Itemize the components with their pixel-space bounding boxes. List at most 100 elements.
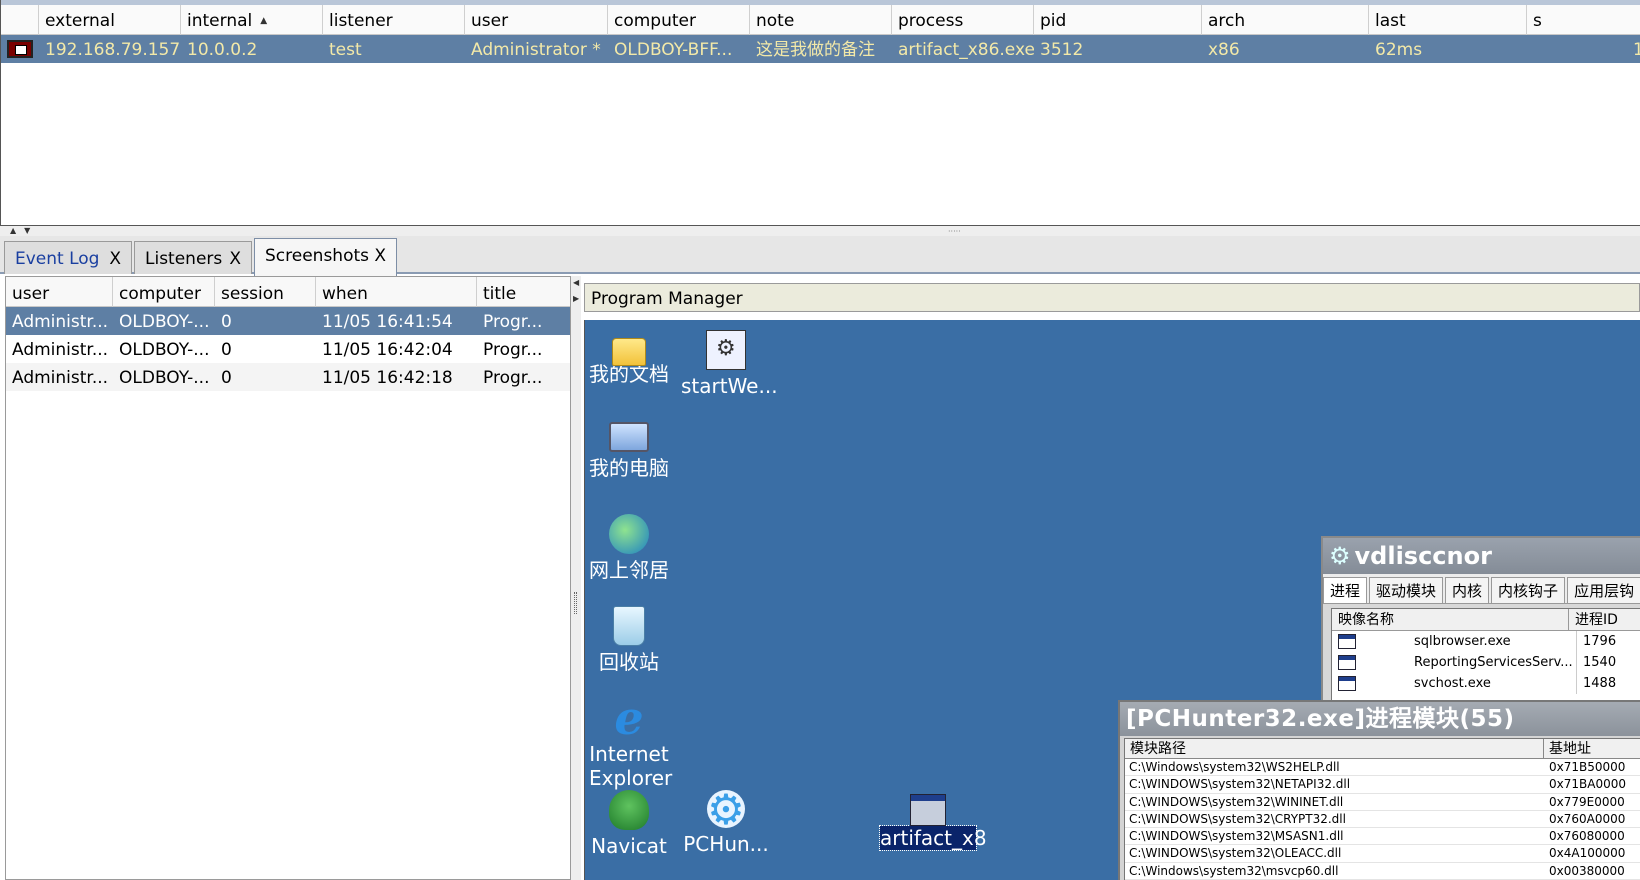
splitter-grip-icon[interactable]: [574, 592, 577, 614]
module-path: C:\WINDOWS\system32\OLEACC.dll: [1129, 846, 1342, 861]
tool-list-row: sqlbrowser.exe 1796: [1332, 631, 1640, 652]
tab-event-log[interactable]: Event Log X: [4, 241, 132, 274]
recycle-bin-icon: [613, 606, 645, 646]
column-header-user[interactable]: user: [465, 5, 608, 35]
screenshot-row[interactable]: Administr... OLDBOY-... 0 11/05 16:41:54…: [6, 307, 570, 335]
column-header-internal[interactable]: internal ▲: [181, 5, 323, 35]
beacon-s: 1: [1627, 35, 1640, 63]
beacons-table-header: external internal ▲ listener user compute…: [1, 5, 1640, 35]
tab-label: Event Log: [15, 249, 100, 269]
module-path: C:\WINDOWS\system32\CRYPT32.dll: [1129, 811, 1346, 826]
process-id: 1540: [1576, 652, 1616, 673]
modules-list-header: 模块路径 基地址: [1125, 739, 1640, 759]
beacon-listener: test: [329, 40, 362, 60]
collapse-right-icon[interactable]: ▶: [573, 294, 579, 303]
vertical-splitter[interactable]: ◀ ▶: [571, 276, 581, 880]
column-header-when[interactable]: when: [316, 277, 477, 307]
desktop-icon-navicat: Navicat: [589, 790, 669, 858]
module-path: C:\WINDOWS\system32\WININET.dll: [1129, 794, 1344, 809]
beacon-internal: 10.0.0.2: [187, 40, 258, 60]
column-header-label: s: [1533, 11, 1542, 31]
module-base-address: 0x76080000: [1549, 829, 1625, 844]
screenshot-when: 11/05 16:42:04: [322, 340, 453, 360]
screenshot-row[interactable]: Administr... OLDBOY-... 0 11/05 16:42:18…: [6, 363, 570, 391]
close-tab-button[interactable]: X: [229, 242, 241, 276]
column-header-external[interactable]: external: [39, 5, 181, 35]
screenshot-when: 11/05 16:42:18: [322, 368, 453, 388]
tool-list-column: 映像名称: [1338, 612, 1394, 628]
column-header-computer[interactable]: computer: [113, 277, 215, 307]
column-header-listener[interactable]: listener: [323, 5, 465, 35]
desktop-icon-label: 我的电脑: [589, 456, 669, 480]
screenshots-table-header: user computer session when title: [6, 277, 570, 307]
column-header-note[interactable]: note: [750, 5, 892, 35]
close-tab-button[interactable]: X: [374, 239, 386, 273]
desktop-icon-label: startWe...: [681, 374, 778, 398]
screenshot-title: Progr...: [483, 368, 543, 388]
desktop-icon-label: 网上邻居: [589, 558, 669, 582]
gear-icon: ⚙: [1329, 542, 1351, 570]
header-icon-column[interactable]: [1, 5, 39, 35]
column-header-user[interactable]: user: [6, 277, 113, 307]
screenshot-row[interactable]: Administr... OLDBOY-... 0 11/05 16:42:04…: [6, 335, 570, 363]
column-header-label: pid: [1040, 11, 1067, 31]
screenshot-session: 0: [221, 368, 232, 388]
beacon-row[interactable]: 192.168.79.157 10.0.0.2 test Administrat…: [1, 35, 1640, 63]
modules-list-column: 模块路径: [1130, 741, 1186, 757]
desktop-icon-artifact: artifact_x8: [879, 790, 987, 851]
tool-list-row: ReportingServicesServ... 1540: [1332, 652, 1640, 673]
horizontal-splitter[interactable]: ▲▼ ·····: [0, 226, 1640, 236]
beacon-process: artifact_x86.exe: [898, 40, 1034, 60]
bottom-tab-bar: Event Log X Listeners X Screenshots X: [0, 236, 1640, 276]
column-header-session[interactable]: session: [215, 277, 316, 307]
column-header-arch[interactable]: arch: [1202, 5, 1369, 35]
process-name: sqlbrowser.exe: [1414, 634, 1511, 649]
module-base-address: 0x71B50000: [1549, 760, 1626, 774]
column-header-label: user: [471, 11, 509, 31]
folder-icon: [612, 338, 646, 366]
screenshot-computer: OLDBOY-...: [119, 368, 210, 388]
navicat-icon: [609, 790, 649, 830]
desktop-icon-label: PCHun...: [683, 832, 769, 856]
splitter-grip-icon[interactable]: ·····: [948, 227, 961, 236]
module-row: C:\WINDOWS\system32\MSASN1.dll 0x76080000: [1125, 828, 1640, 846]
screenshot-user: Administr...: [12, 312, 109, 332]
tool-list-column: 进程ID: [1568, 609, 1618, 631]
tool-tab: 驱动模块: [1369, 577, 1444, 603]
desktop-icon-my-documents: 我的文档: [589, 330, 669, 386]
module-base-address: 0x00380000: [1549, 863, 1625, 878]
desktop-icon-label: 回收站: [599, 650, 659, 674]
process-icon: [1338, 634, 1356, 649]
column-header-s[interactable]: s: [1527, 5, 1640, 35]
column-header-computer[interactable]: computer: [608, 5, 750, 35]
column-header-pid[interactable]: pid: [1034, 5, 1202, 35]
column-header-label: listener: [329, 11, 393, 31]
column-header-label: internal: [187, 11, 253, 31]
screenshot-session: 0: [221, 340, 232, 360]
column-header-process[interactable]: process: [892, 5, 1034, 35]
module-base-address: 0x4A100000: [1549, 846, 1626, 861]
screenshot-when: 11/05 16:41:54: [322, 312, 453, 332]
modules-window-title: [PCHunter32.exe]进程模块(55): [1120, 702, 1640, 736]
screenshot-user: Administr...: [12, 340, 109, 360]
desktop-icon-internet-explorer: e Internet Explorer: [589, 691, 672, 790]
beacon-user: Administrator *: [471, 40, 601, 60]
collapse-left-icon[interactable]: ◀: [573, 278, 579, 287]
internet-explorer-icon: e: [614, 691, 644, 745]
process-name: svchost.exe: [1414, 676, 1491, 691]
close-tab-button[interactable]: X: [109, 242, 121, 276]
column-header-label: external: [45, 11, 115, 31]
column-header-last[interactable]: last: [1369, 5, 1527, 35]
column-header-label: arch: [1208, 11, 1246, 31]
beacon-pid: 3512: [1040, 40, 1084, 60]
column-header-title[interactable]: title: [477, 277, 570, 307]
tab-screenshots[interactable]: Screenshots X: [254, 238, 397, 276]
splitter-arrows-icon[interactable]: ▲▼: [10, 226, 38, 235]
process-icon: [1338, 676, 1356, 691]
desktop-icon-my-computer: 我的电脑: [589, 422, 669, 480]
desktop-icon-pchunter: ⚙ PCHun...: [681, 789, 771, 857]
tab-listeners[interactable]: Listeners X: [134, 241, 252, 274]
tool-tab: 内核: [1445, 577, 1490, 603]
beacon-note: 这是我做的备注: [756, 40, 875, 60]
beacon-arch: x86: [1208, 40, 1240, 60]
